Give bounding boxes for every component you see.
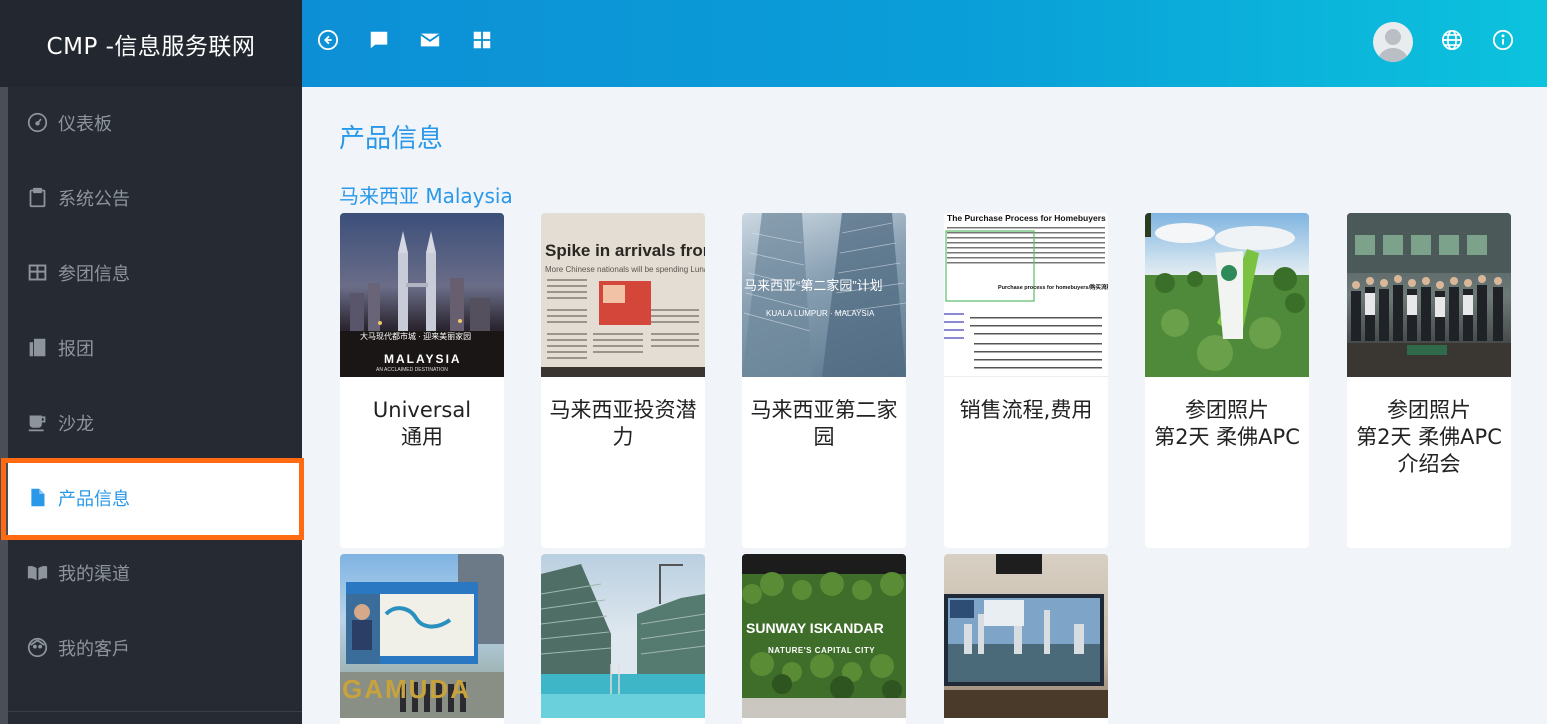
sidebar-item-label: 报团 (58, 338, 94, 360)
card-caption-line: 第2天 柔佛APC (1356, 425, 1502, 449)
active-item-highlight (1, 458, 304, 540)
sidebar-item-register-group[interactable]: 报团 (8, 310, 302, 385)
card-thumbnail (944, 554, 1108, 718)
grid-icon[interactable] (470, 28, 494, 52)
thumb-caption: MALAYSIA (384, 352, 462, 366)
info-icon[interactable] (1491, 28, 1515, 52)
card-caption: 马来西亚第二家 园 (742, 377, 906, 451)
card-thumbnail (541, 554, 705, 718)
mail-icon[interactable] (418, 28, 442, 52)
product-card-sales-process[interactable]: The Purchase Process for Homebuyers Purc… (944, 213, 1108, 548)
card-caption-line: 参团照片 (1387, 398, 1471, 422)
face-icon (26, 637, 48, 659)
sidebar-item-dashboard[interactable]: 仪表板 (8, 85, 302, 160)
clipboard-icon (26, 187, 48, 209)
product-card-building-site[interactable] (541, 554, 705, 724)
card-caption-line: 参团照片 (1185, 398, 1269, 422)
product-card-showroom[interactable] (944, 554, 1108, 724)
product-card-mm2h[interactable]: 马来西亚“第二家园”计划 KUALA LUMPUR · MALAYSIA 马来西… (742, 213, 906, 548)
app-brand-title[interactable]: CMP -信息服务联网 (0, 0, 302, 87)
card-caption-line: 力 (612, 425, 634, 449)
card-caption: 参团照片 第2天 柔佛APC (1145, 377, 1309, 451)
card-caption: Universal 通用 (340, 377, 504, 451)
sidebar-item-group-info[interactable]: 参团信息 (8, 235, 302, 310)
product-card-universal[interactable]: 大马现代都市城 · 迎来美丽家园 MALAYSIA AN ACCLAIMED D… (340, 213, 504, 548)
sidebar-item-label: 我的客戶 (58, 638, 130, 660)
sidebar-item-announcements[interactable]: 系统公告 (8, 160, 302, 235)
product-card-investment[interactable]: Spike in arrivals from More Chinese nati… (541, 213, 705, 548)
dashboard-icon (26, 112, 48, 134)
card-thumbnail (1347, 213, 1511, 377)
sidebar-item-label: 沙龙 (58, 413, 94, 435)
card-caption-line: Universal (372, 398, 472, 422)
sidebar-item-my-channels[interactable]: 我的渠道 (8, 535, 302, 610)
thumb-caption: SUNWAY ISKANDAR (746, 620, 884, 636)
card-caption-line: 介绍会 (1397, 452, 1461, 476)
card-caption-line: 通用 (401, 425, 443, 449)
sidebar-item-label: 我的渠道 (58, 563, 130, 585)
thumb-caption: GAMUDA (342, 674, 471, 704)
sidebar-item-label: 系统公告 (58, 188, 130, 210)
card-caption: 马来西亚投资潜 力 (541, 377, 705, 451)
sidebar-item-my-clients[interactable]: 我的客戶 (8, 610, 302, 685)
product-card-sunway-iskandar[interactable]: SUNWAY ISKANDAR NATURE'S CAPITAL CITY (742, 554, 906, 724)
sidebar-item-label: 参团信息 (58, 263, 130, 285)
card-caption-line: 销售流程,费用 (959, 398, 1093, 422)
card-thumbnail: GAMUDA (340, 554, 504, 718)
card-caption-line: 园 (813, 425, 835, 449)
sidebar-item-salon[interactable]: 沙龙 (8, 385, 302, 460)
chat-icon[interactable] (367, 28, 391, 52)
top-bar (302, 0, 1547, 87)
card-thumbnail: SUNWAY ISKANDAR NATURE'S CAPITAL CITY (742, 554, 906, 718)
cup-icon (26, 412, 48, 434)
sidebar-divider (8, 711, 302, 712)
card-caption: 销售流程,费用 (944, 377, 1108, 424)
copy-icon (26, 337, 48, 359)
avatar[interactable] (1373, 22, 1413, 62)
product-card-gamuda[interactable]: GAMUDA (340, 554, 504, 724)
thumb-caption-small: AN ACCLAIMED DESTINATION (376, 367, 448, 373)
sidebar-item-label: 仪表板 (58, 113, 112, 135)
card-thumbnail: Spike in arrivals from More Chinese nati… (541, 213, 705, 377)
card-caption-line: 马来西亚投资潜 (549, 398, 697, 422)
product-card-photos-day2-briefing[interactable]: 参团照片 第2天 柔佛APC 介绍会 (1347, 213, 1511, 548)
back-circle-icon[interactable] (316, 28, 340, 52)
section-title: 马来西亚 Malaysia (339, 184, 513, 208)
product-card-photos-day2[interactable]: 参团照片 第2天 柔佛APC (1145, 213, 1309, 548)
book-icon (26, 562, 48, 584)
card-caption: 参团照片 第2天 柔佛APC 介绍会 (1347, 377, 1511, 478)
globe-icon[interactable] (1440, 28, 1464, 52)
card-caption-line: 第2天 柔佛APC (1154, 425, 1300, 449)
thumb-subtitle: KUALA LUMPUR · MALAYSIA (766, 309, 875, 318)
thumb-caption: 马来西亚“第二家园”计划 (744, 278, 883, 293)
thumb-subtitle: Purchase process for homebuyers/购买流程 (998, 285, 1108, 291)
thumb-subtitle: NATURE'S CAPITAL CITY (768, 646, 876, 655)
thumb-subtitle: 大马现代都市城 · 迎来美丽家园 (360, 332, 472, 341)
page-title: 产品信息 (339, 124, 444, 154)
card-caption-line: 马来西亚第二家 (750, 398, 898, 422)
table-icon (26, 262, 48, 284)
card-thumbnail: 马来西亚“第二家园”计划 KUALA LUMPUR · MALAYSIA (742, 213, 906, 377)
card-thumbnail (1145, 213, 1309, 377)
card-thumbnail: 大马现代都市城 · 迎来美丽家园 MALAYSIA AN ACCLAIMED D… (340, 213, 504, 377)
card-thumbnail: The Purchase Process for Homebuyers Purc… (944, 213, 1108, 377)
